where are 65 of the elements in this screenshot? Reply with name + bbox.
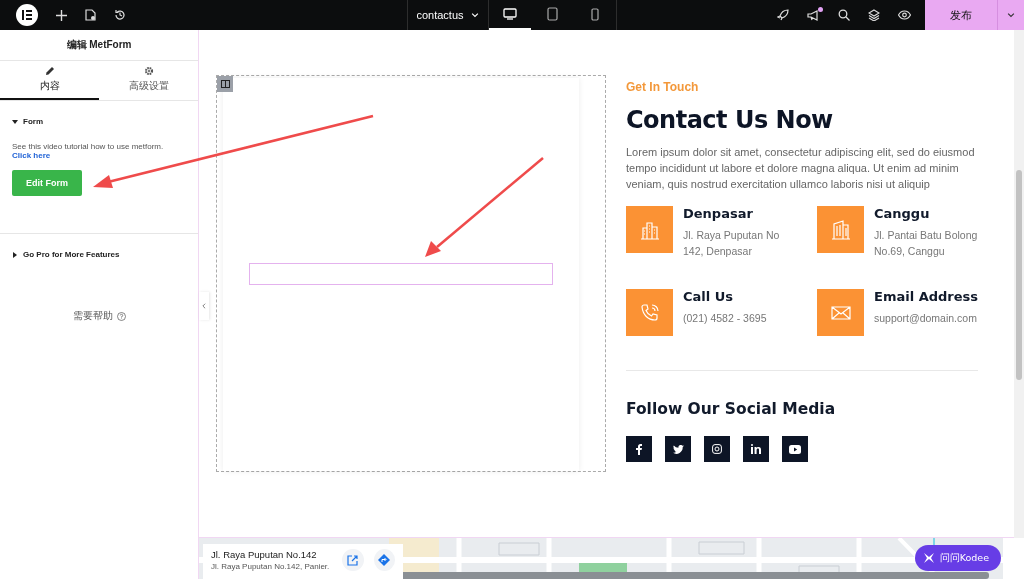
social-link[interactable]	[743, 436, 769, 462]
caret-right-icon	[12, 251, 18, 258]
add-button[interactable]	[56, 9, 67, 21]
chevron-left-icon	[200, 302, 208, 310]
caret-icon	[469, 10, 480, 20]
bird-icon	[672, 444, 684, 454]
pencil-icon	[44, 66, 55, 76]
phone-icon	[638, 301, 661, 324]
directions-icon	[378, 554, 391, 566]
building-icon	[829, 218, 852, 241]
video-play-icon	[789, 444, 801, 454]
question-icon	[116, 311, 126, 321]
external-link-icon	[347, 554, 359, 566]
megaphone-button[interactable]	[807, 9, 820, 21]
section-header[interactable]: Go Pro for More Features	[12, 250, 120, 259]
contact-detail: 142, Denpasar	[683, 244, 753, 259]
intro-paragraph: Lorem ipsum dolor sit amet, consectetur adipiscing elit, sed do eiusmod tempo incididunt ut labore et dolore magna aliqua. Ut enim ad minim veniam, quis nostrud exercitation ullamco laboris nisi ut aliquip	[626, 145, 976, 192]
eyebrow-text: Get In Touch	[626, 80, 700, 94]
directions-button[interactable]	[373, 549, 395, 571]
instagram-icon	[712, 444, 722, 454]
help-label: 需要帮助	[72, 309, 113, 323]
social-link[interactable]	[665, 436, 691, 462]
contact-detail: Jl. Pantai Batu Bolong	[874, 228, 978, 243]
panel-tab[interactable]: 内容	[0, 61, 99, 100]
gear-icon	[143, 66, 154, 76]
history-button[interactable]	[114, 9, 126, 21]
contact-title: Call Us	[683, 289, 735, 304]
phone-icon	[590, 7, 599, 21]
contact-detail: No.69, Canggu	[874, 244, 946, 259]
social-link[interactable]	[626, 436, 652, 462]
scrollbar-thumb[interactable]	[1016, 170, 1022, 380]
search-button[interactable]	[838, 9, 850, 21]
publish-button[interactable]: 发布	[925, 0, 997, 30]
assistant-button[interactable]: 问问Kodee	[914, 545, 1001, 571]
panel-title: 编辑 MetForm	[0, 30, 198, 61]
open-map-button[interactable]	[342, 549, 364, 571]
desktop-icon	[503, 8, 518, 20]
social-link[interactable]	[782, 436, 808, 462]
contact-detail: support@domain.com	[874, 311, 978, 326]
app-logo[interactable]	[16, 4, 38, 26]
rocket-button[interactable]	[777, 9, 789, 21]
caret-icon	[1006, 10, 1016, 20]
facebook-icon	[636, 443, 642, 455]
preview-button[interactable]	[898, 10, 911, 20]
contact-title: Denpasar	[683, 206, 754, 221]
social-heading: Follow Our Social Media	[626, 400, 837, 418]
layers-button[interactable]	[868, 9, 880, 21]
sparkle-icon	[922, 552, 935, 564]
caret-down-icon	[12, 118, 18, 125]
contact-detail: (021) 4582 - 3695	[683, 311, 767, 326]
section-header[interactable]: Form	[12, 117, 43, 126]
linkedin-icon	[751, 444, 761, 454]
map-place-address: Jl. Raya Puputan No.142, Panier.	[211, 562, 331, 571]
contact-title: Canggu	[874, 206, 931, 221]
column-handle[interactable]	[217, 76, 233, 92]
page-heading: Contact Us Now	[626, 106, 834, 134]
help-text: See this video tutorial how to use metform.	[12, 142, 165, 151]
panel-tab[interactable]: 高级设置	[99, 61, 198, 100]
contact-detail: Jl. Raya Puputan No	[683, 228, 780, 243]
social-link[interactable]	[704, 436, 730, 462]
map-place-title: Jl. Raya Puputan No.142	[211, 549, 318, 560]
contact-title: Email Address	[874, 289, 978, 304]
page-settings-button[interactable]	[85, 9, 96, 21]
tutorial-link[interactable]: Click here	[12, 151, 186, 160]
tablet-icon	[547, 7, 558, 21]
